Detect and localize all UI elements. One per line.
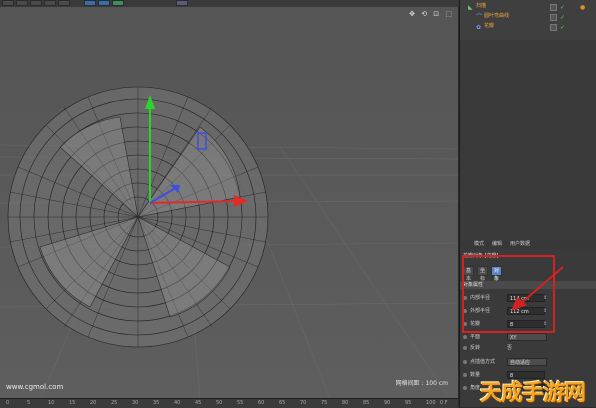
move-button[interactable]: [30, 0, 42, 6]
visible-check-icon[interactable]: ✓: [560, 23, 565, 32]
tree-label: 圆叶弯曲线: [484, 13, 510, 19]
annotation-arrow: [511, 266, 564, 311]
timeline-tick: 45: [195, 400, 202, 406]
plane-select[interactable]: XY: [507, 333, 547, 341]
visible-check-icon[interactable]: ✓: [560, 13, 565, 22]
3d-viewport[interactable]: ✥ ⟲ ⊡ ⬚ 网格间距 : 100 cm www.cgmol.com: [0, 7, 458, 399]
timeline-tick: 65: [279, 400, 286, 406]
timeline-tick: 70: [300, 400, 307, 406]
grid-spacing-label: 网格间距 : 100 cm: [395, 380, 448, 387]
scale-button[interactable]: [44, 0, 56, 6]
render-settings-button[interactable]: [98, 0, 110, 6]
timeline-tick: 0: [6, 400, 10, 406]
undo-button[interactable]: [2, 0, 14, 6]
tree-row-petal[interactable]: ✿ 花瓣 ✓: [460, 22, 596, 31]
prop-label: 角度: [470, 385, 481, 391]
animate-dot-icon[interactable]: [463, 360, 467, 364]
redo-button[interactable]: [16, 0, 28, 6]
prop-interpolation: 点插值方式 自动适应: [463, 357, 595, 367]
flower-spline-icon: ✿: [476, 24, 482, 31]
watermark-text: www.cgmol.com: [6, 383, 64, 391]
layer-tag[interactable]: [550, 24, 557, 31]
tree-label: 扫描: [476, 3, 487, 9]
prop-plane: 平面 XY: [463, 332, 595, 342]
timeline-tick: 40: [174, 400, 181, 406]
timeline-tick: 35: [153, 400, 160, 406]
tree-row-spline[interactable]: ⌒ 圆叶弯曲线 ✓: [460, 12, 596, 21]
flower-mesh[interactable]: [7, 86, 269, 348]
timeline-tick: 5: [27, 400, 31, 406]
tree-row-sweep[interactable]: ◣ 扫描 ✓ ●: [460, 2, 596, 11]
timeline-tick: 55: [237, 400, 244, 406]
camera-button[interactable]: [176, 0, 188, 6]
rotate-button[interactable]: [58, 0, 70, 6]
animate-dot-icon[interactable]: [463, 335, 467, 339]
timeline-tick: 25: [111, 400, 118, 406]
attributes-menubar: 模式 编辑 用户数据: [460, 240, 596, 249]
sweep-icon: ◣: [468, 4, 473, 11]
prop-label: 反转: [470, 345, 481, 351]
timeline-tick: 85: [363, 400, 370, 406]
timeline-tick: 95: [405, 400, 412, 406]
layer-tag[interactable]: [550, 14, 557, 21]
current-frame-label: 0 F: [440, 400, 448, 406]
timeline-tick: 30: [132, 400, 139, 406]
menu-edit[interactable]: 编辑: [492, 240, 502, 249]
animate-dot-icon[interactable]: [463, 386, 467, 390]
timeline-tick: 10: [48, 400, 55, 406]
menu-mode[interactable]: 模式: [474, 240, 484, 249]
animate-dot-icon[interactable]: [463, 346, 467, 350]
tree-label: 花瓣: [484, 23, 495, 29]
site-logo: 天成手游网: [480, 381, 586, 406]
timeline-tick: 75: [321, 400, 328, 406]
phong-tag-icon[interactable]: ●: [580, 3, 585, 12]
animate-dot-icon[interactable]: [463, 373, 467, 377]
viewport-nav-icons[interactable]: ✥ ⟲ ⊡ ⬚: [409, 10, 454, 18]
layer-tag[interactable]: [550, 4, 557, 11]
prop-reverse: 反转 否: [463, 343, 595, 353]
interpolation-select[interactable]: 自动适应: [507, 358, 547, 366]
timeline-tick: 60: [258, 400, 265, 406]
prop-label: 点插值方式: [470, 359, 496, 365]
viewport-scene: [0, 86, 458, 399]
timeline-tick: 80: [342, 400, 349, 406]
prop-label: 平面: [470, 334, 481, 340]
menu-user-data[interactable]: 用户数据: [510, 240, 530, 249]
render-view-button[interactable]: [112, 0, 124, 6]
right-panel: ◣ 扫描 ✓ ● ⌒ 圆叶弯曲线 ✓ ✿ 花瓣 ✓ 模式 编辑 用户数据 花瓣对…: [459, 0, 596, 407]
render-button[interactable]: [84, 0, 96, 6]
timeline-tick: 90: [384, 400, 391, 406]
timeline-tick: 50: [216, 400, 223, 406]
visible-check-icon[interactable]: ✓: [560, 3, 565, 12]
spline-icon: ⌒: [476, 14, 483, 21]
timeline-tick: 20: [90, 400, 97, 406]
reverse-checkbox[interactable]: 否: [507, 343, 512, 353]
timeline-tick: 100: [426, 400, 436, 406]
object-manager: ◣ 扫描 ✓ ● ⌒ 圆叶弯曲线 ✓ ✿ 花瓣 ✓: [460, 0, 596, 40]
prop-label: 数量: [470, 372, 481, 378]
timeline-tick: 15: [69, 400, 76, 406]
